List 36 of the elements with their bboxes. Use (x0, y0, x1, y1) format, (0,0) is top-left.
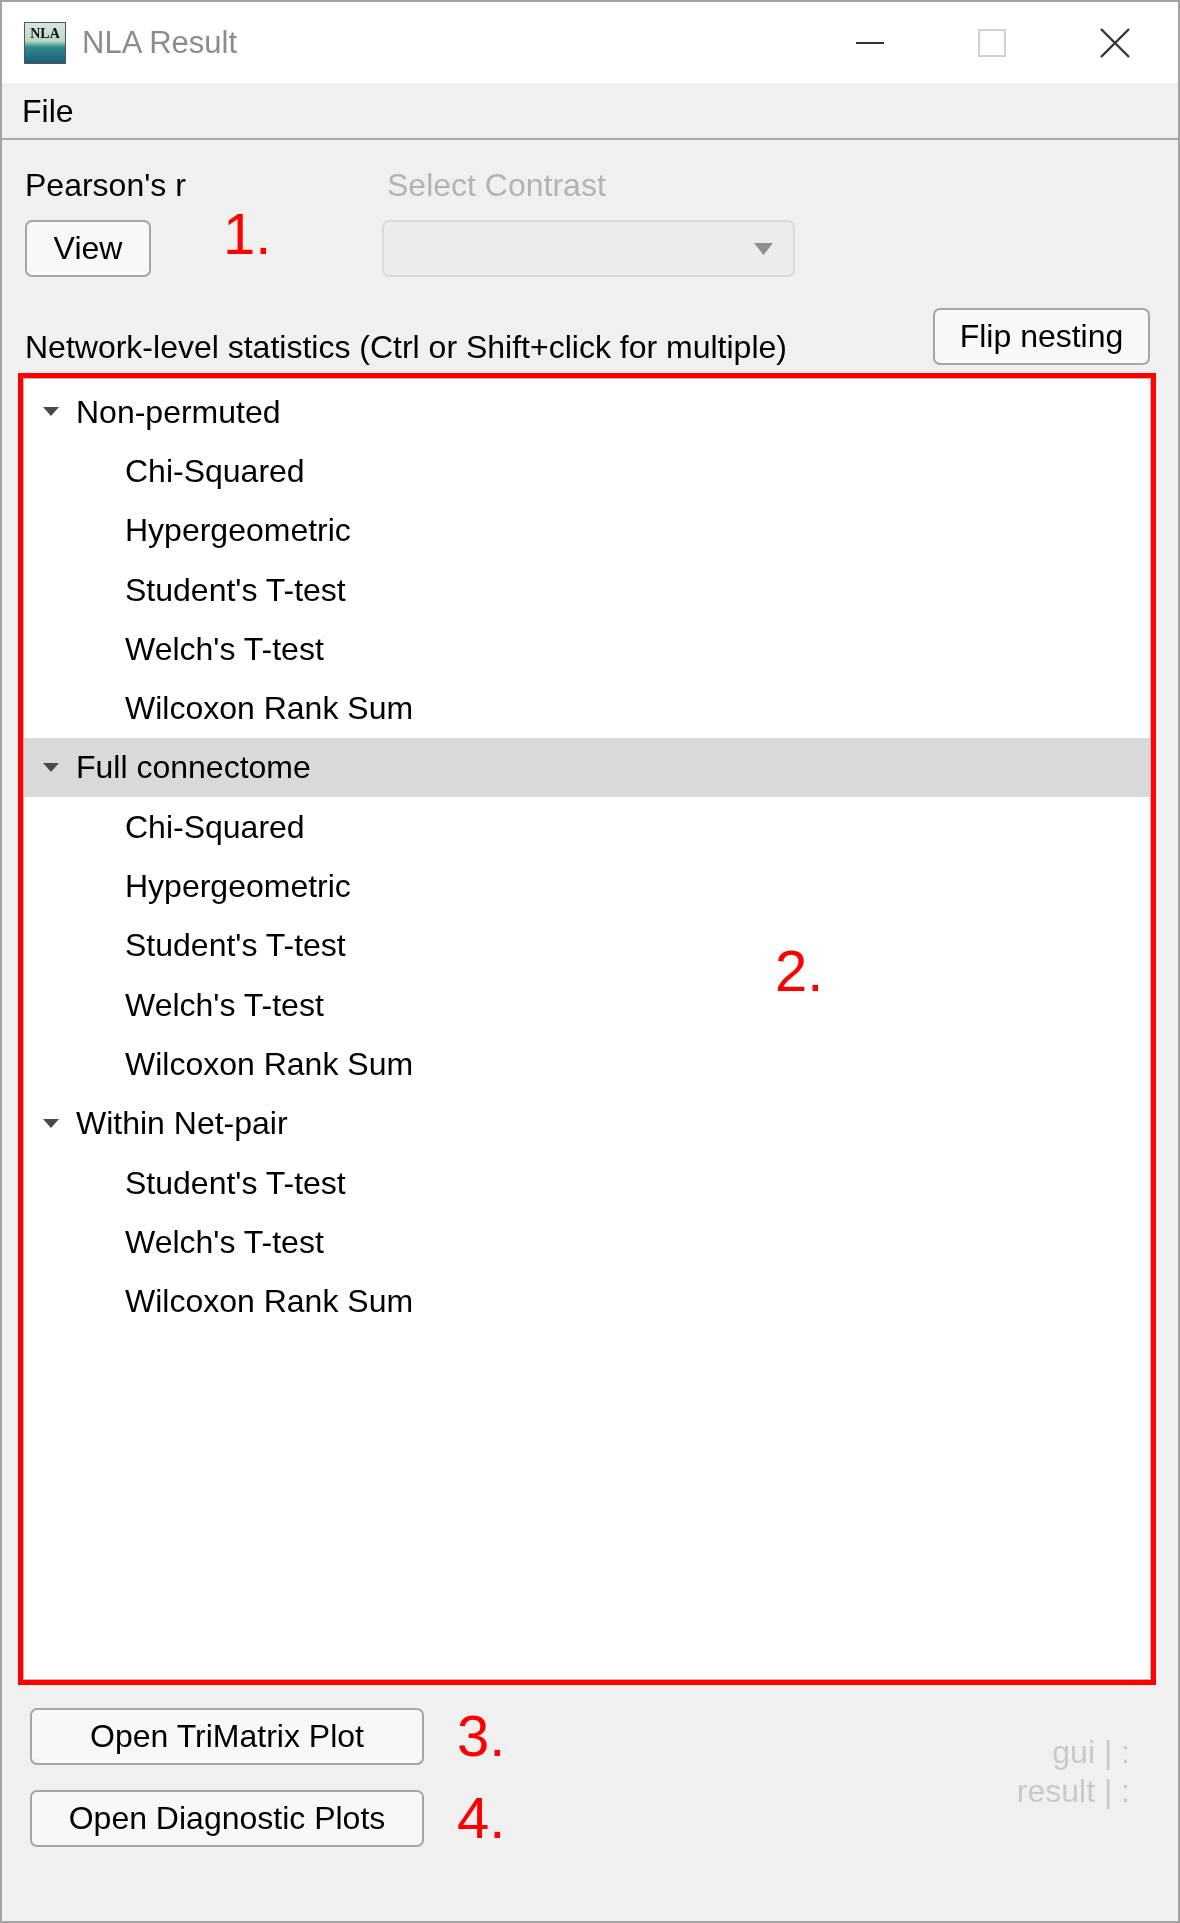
caret-icon[interactable] (43, 762, 59, 772)
tree-item[interactable]: Chi-Squared (125, 807, 305, 846)
tree-item[interactable]: Welch's T-test (125, 985, 324, 1024)
caret-icon (754, 242, 773, 255)
annotation-number: 3. (457, 1707, 506, 1765)
action-button[interactable]: Open Diagnostic Plots (30, 1789, 424, 1847)
contrast-label: Select Contrast (386, 167, 606, 203)
tree-item[interactable]: Wilcoxon Rank Sum (125, 1282, 414, 1321)
flip-nesting-button[interactable]: Flip nesting (933, 308, 1150, 365)
minimize-icon[interactable] (856, 41, 884, 44)
tree-item[interactable]: Chi-Squared (125, 451, 305, 490)
window-title: NLA Result (82, 24, 238, 61)
caret-icon[interactable] (43, 407, 59, 417)
app-logo: NLA (24, 21, 66, 64)
tree-item[interactable]: Student's T-test (125, 926, 346, 965)
section-label: Network-level statistics (Ctrl or Shift+click for multiple) (25, 329, 787, 365)
tree-item[interactable]: Full connectome (24, 737, 1150, 798)
caret-icon[interactable] (43, 1118, 59, 1128)
action-button[interactable]: Open TriMatrix Plot (30, 1707, 424, 1765)
tree-item[interactable]: Within Net-pair (43, 1104, 288, 1143)
annotation-number: 2. (775, 942, 824, 1000)
tree-item[interactable]: Non-permuted (43, 392, 281, 431)
tree-item[interactable]: Welch's T-test (125, 629, 324, 668)
tree-item[interactable]: Student's T-test (125, 570, 346, 609)
tree-item[interactable]: Hypergeometric (125, 511, 351, 550)
tree-item[interactable]: Wilcoxon Rank Sum (125, 1044, 414, 1083)
tree-item[interactable]: Welch's T-test (125, 1222, 324, 1261)
tree-item[interactable]: Student's T-test (125, 1163, 346, 1202)
annotation-number: 1. (223, 205, 272, 263)
close-icon[interactable] (1100, 27, 1130, 58)
view-button[interactable]: View (25, 220, 151, 277)
annotation-number: 4. (457, 1789, 506, 1847)
menu-item[interactable]: File (22, 92, 74, 129)
test-label: Pearson's r (25, 167, 186, 203)
tree-item[interactable]: Hypergeometric (125, 867, 351, 905)
tree-item[interactable]: Wilcoxon Rank Sum (125, 689, 414, 728)
